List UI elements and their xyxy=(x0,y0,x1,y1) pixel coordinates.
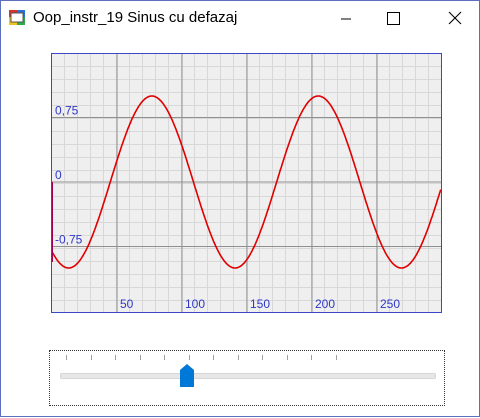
slider-tick xyxy=(66,355,67,360)
slider-tick xyxy=(286,355,288,360)
phase-slider[interactable] xyxy=(49,350,445,406)
x-tick-label: 200 xyxy=(315,297,335,311)
slider-tick xyxy=(237,355,239,360)
slider-tick xyxy=(213,355,214,360)
x-tick-label: 50 xyxy=(120,297,134,311)
slider-thumb[interactable] xyxy=(179,364,195,388)
slider-tick xyxy=(262,355,263,360)
x-tick-label: 150 xyxy=(250,297,270,311)
x-tick-label: 100 xyxy=(185,297,205,311)
slider-tick xyxy=(139,355,141,360)
y-tick-label: 0,75 xyxy=(55,104,79,118)
y-tick-label: -0,75 xyxy=(55,233,83,247)
x-tick-label: 250 xyxy=(380,297,400,311)
slider-tick xyxy=(311,355,312,360)
y-tick-label: 0 xyxy=(55,168,62,182)
app-window: Oop_instr_19 Sinus cu defazaj 0,75 0 -0,75… xyxy=(0,0,480,417)
slider-tick xyxy=(115,355,116,360)
slider-tick xyxy=(335,355,337,360)
slider-tick xyxy=(164,355,165,360)
slider-track[interactable] xyxy=(60,373,436,379)
slider-tick xyxy=(188,355,190,360)
slider-tick xyxy=(90,355,92,360)
